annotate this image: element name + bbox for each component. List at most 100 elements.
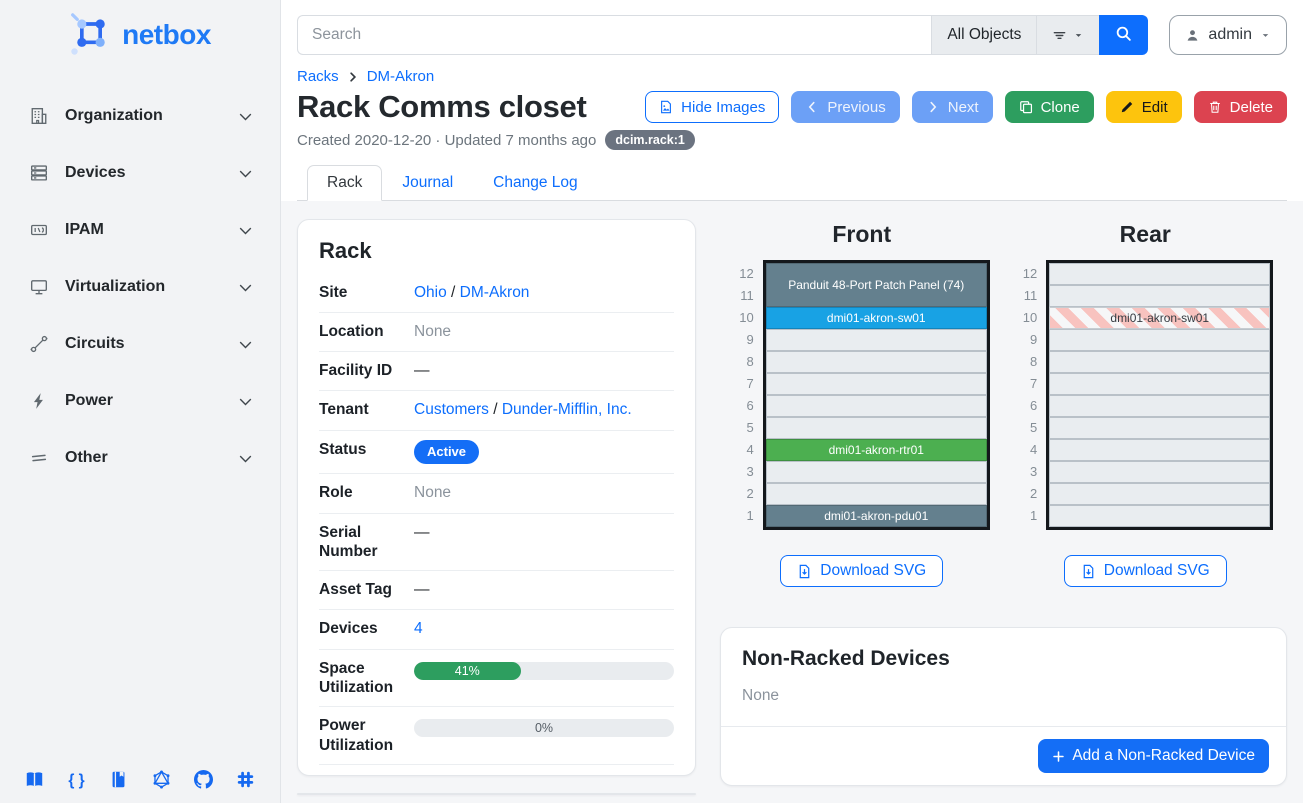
search-scope-button[interactable]: All Objects	[931, 15, 1036, 55]
rack-device-dmi01-akron-pdu01[interactable]: dmi01-akron-pdu01	[766, 505, 987, 527]
detail-row-location: Location None	[319, 313, 674, 352]
detail-link[interactable]: Ohio	[414, 284, 447, 301]
unit-number: 9	[734, 329, 754, 351]
rack-empty-slot-u7[interactable]	[1049, 373, 1270, 395]
rack-device-dmi01-akron-sw01[interactable]: dmi01-akron-sw01	[766, 307, 987, 329]
detail-link[interactable]: Dunder-Mifflin, Inc.	[502, 401, 632, 418]
trash-icon	[1208, 100, 1222, 114]
sidebar-item-virtualization[interactable]: Virtualization	[0, 267, 280, 307]
rack-empty-slot-u5[interactable]	[1049, 417, 1270, 439]
rack-empty-slot-u2[interactable]	[766, 483, 987, 505]
rack-empty-slot-u6[interactable]	[1049, 395, 1270, 417]
unit-number: 1	[1017, 505, 1037, 527]
search-icon	[1115, 25, 1132, 45]
next-panel-stub	[297, 793, 696, 795]
sidebar-item-label: Organization	[65, 107, 163, 125]
rack-empty-slot-u12[interactable]	[1049, 263, 1270, 285]
rack-empty-slot-u6[interactable]	[766, 395, 987, 417]
sidebar-menu: Organization Devices IPAM Virtualization Cir…	[0, 79, 280, 495]
clone-button[interactable]: Clone	[1005, 91, 1094, 123]
netbox-logo-mark	[69, 13, 113, 57]
unit-number: 8	[734, 351, 754, 373]
tab-rack[interactable]: Rack	[307, 165, 382, 201]
front-rack-elevation: Panduit 48-Port Patch Panel (74)dmi01-ak…	[763, 260, 990, 530]
detail-link[interactable]: 4	[414, 620, 423, 637]
rack-empty-slot-u1[interactable]	[1049, 505, 1270, 527]
rack-empty-slot-u8[interactable]	[1049, 351, 1270, 373]
slack-icon[interactable]	[236, 770, 255, 789]
svg-text:{ }: { }	[69, 772, 85, 789]
netbox-logo[interactable]: netbox	[0, 0, 280, 63]
detail-link[interactable]: DM-Akron	[460, 284, 530, 301]
delete-button[interactable]: Delete	[1194, 91, 1287, 123]
unit-number: 10	[1017, 307, 1037, 329]
tab-journal[interactable]: Journal	[382, 165, 473, 201]
utilization-bar: 41%	[414, 662, 674, 680]
non-racked-empty-text: None	[742, 687, 1265, 705]
tab-change-log[interactable]: Change Log	[473, 165, 597, 201]
unit-number: 2	[734, 483, 754, 505]
rack-empty-slot-u11[interactable]	[1049, 285, 1270, 307]
rear-elevation: Rear 121110987654321 dmi01-akron-sw01 Do…	[1004, 219, 1288, 587]
sidebar-item-devices[interactable]: Devices	[0, 153, 280, 193]
page-content: Rack Site Ohio / DM-AkronLocation NoneFa…	[281, 201, 1303, 803]
rack-device-dmi01-akron-sw01[interactable]: dmi01-akron-sw01	[1049, 307, 1270, 329]
file-download-icon	[797, 564, 812, 579]
add-non-racked-device-button[interactable]: Add a Non-Racked Device	[1038, 739, 1269, 773]
chevron-down-icon	[237, 279, 254, 296]
sidebar-item-power[interactable]: Power	[0, 381, 280, 421]
rack-empty-slot-u9[interactable]	[766, 329, 987, 351]
user-menu-button[interactable]: admin	[1169, 15, 1287, 55]
search-submit-button[interactable]	[1099, 15, 1148, 55]
rack-empty-slot-u2[interactable]	[1049, 483, 1270, 505]
graphql-icon[interactable]	[152, 770, 171, 789]
unit-number: 5	[1017, 417, 1037, 439]
search-filter-button[interactable]	[1036, 15, 1099, 55]
sidebar-item-organization[interactable]: Organization	[0, 96, 280, 136]
rack-device-panduit-48-port-patch-panel-74-[interactable]: Panduit 48-Port Patch Panel (74)	[766, 263, 987, 307]
sidebar-item-ipam[interactable]: IPAM	[0, 210, 280, 250]
chevron-down-icon	[237, 336, 254, 353]
sidebar-item-other[interactable]: Other	[0, 438, 280, 478]
status-badge: Active	[414, 440, 479, 465]
chevron-right-icon	[926, 100, 940, 114]
left-column: Rack Site Ohio / DM-AkronLocation NoneFa…	[297, 219, 696, 785]
breadcrumb-link[interactable]: Racks	[297, 68, 339, 85]
transit-icon	[30, 335, 48, 353]
rack-empty-slot-u8[interactable]	[766, 351, 987, 373]
search-scope-label: All Objects	[947, 26, 1021, 44]
unit-number: 4	[734, 439, 754, 461]
rack-empty-slot-u7[interactable]	[766, 373, 987, 395]
sidebar-item-circuits[interactable]: Circuits	[0, 324, 280, 364]
person-icon	[1185, 28, 1200, 43]
main-area: All Objects admin RacksDM-Akron Rack Com…	[281, 0, 1303, 803]
hide-images-button[interactable]: Hide Images	[645, 91, 779, 123]
edit-button[interactable]: Edit	[1106, 91, 1182, 123]
detail-row-tenant: Tenant Customers / Dunder-Mifflin, Inc.	[319, 391, 674, 430]
book-icon[interactable]	[25, 770, 44, 789]
rack-device-dmi01-akron-rtr01[interactable]: dmi01-akron-rtr01	[766, 439, 987, 461]
unit-number: 12	[734, 263, 754, 285]
non-racked-devices-panel: Non-Racked Devices None Add a Non-Racked…	[720, 627, 1287, 786]
rack-empty-slot-u3[interactable]	[766, 461, 987, 483]
search-input[interactable]	[297, 15, 931, 55]
detail-row-devices: Devices 4	[319, 610, 674, 649]
previous-button[interactable]: Previous	[791, 91, 899, 123]
chevron-left-icon	[805, 100, 819, 114]
next-button[interactable]: Next	[912, 91, 993, 123]
rear-download-svg-button[interactable]: Download SVG	[1064, 555, 1227, 587]
rear-elevation-title: Rear	[1120, 221, 1171, 248]
rack-empty-slot-u3[interactable]	[1049, 461, 1270, 483]
detail-row-site: Site Ohio / DM-Akron	[319, 274, 674, 313]
front-download-svg-button[interactable]: Download SVG	[780, 555, 943, 587]
braces-icon[interactable]: { }	[67, 770, 86, 789]
rack-empty-slot-u5[interactable]	[766, 417, 987, 439]
journal-icon[interactable]	[109, 770, 128, 789]
rack-empty-slot-u4[interactable]	[1049, 439, 1270, 461]
github-icon[interactable]	[194, 770, 213, 789]
detail-link[interactable]: Customers	[414, 401, 489, 418]
rack-empty-slot-u9[interactable]	[1049, 329, 1270, 351]
breadcrumb-link[interactable]: DM-Akron	[367, 68, 435, 85]
page-actions: Hide Images Previous Next Clone Edit Delete	[645, 91, 1287, 123]
building-icon	[30, 107, 48, 125]
